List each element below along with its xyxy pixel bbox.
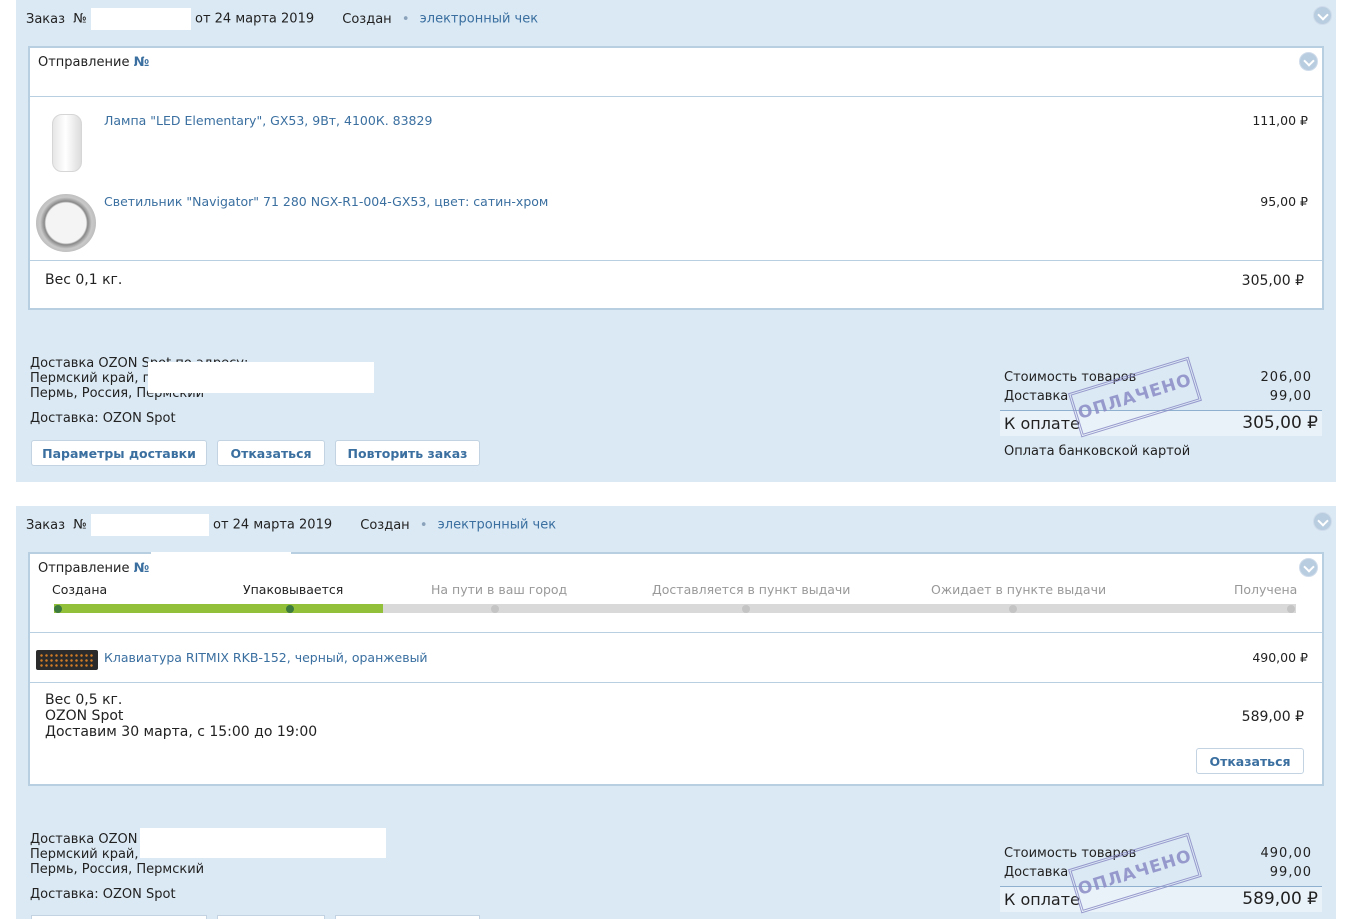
divider	[30, 682, 1322, 683]
to-pay-value: 589,00 ₽	[1242, 889, 1318, 909]
goods-cost-value: 490,00	[1260, 846, 1312, 861]
fixture-image[interactable]	[36, 194, 96, 252]
cancel-shipment-button[interactable]: Отказаться	[1196, 748, 1304, 774]
delivery-cost-value: 99,00	[1269, 389, 1312, 404]
to-pay-value: 305,00 ₽	[1242, 413, 1318, 433]
shipment-card: Отправление № Создана Упаковывается На п…	[28, 552, 1324, 786]
repeat-order-button[interactable]: Повторить заказ	[335, 440, 480, 466]
lamp-image[interactable]	[52, 114, 82, 172]
delivery-method: Доставка: OZON Spot	[30, 887, 176, 902]
step-label: Получена	[1234, 582, 1298, 597]
progress-track	[54, 604, 1296, 613]
shipment-total: 305,00 ₽	[1241, 273, 1304, 289]
delivery-address: Доставка OZON S Пермский край, Пермь, Ро…	[30, 828, 390, 877]
to-pay-label: К оплате	[1004, 890, 1080, 909]
progress-point	[742, 605, 750, 613]
collapse-order-chevron-icon[interactable]	[1313, 512, 1332, 531]
order-header: Заказ № от 24 марта 2019 Создан • электр…	[26, 8, 538, 30]
repeat-order-button[interactable]	[335, 915, 480, 919]
item-link[interactable]: Лампа "LED Elementary", GX53, 9Вт, 4100К…	[104, 113, 432, 128]
order-label: Заказ	[26, 11, 66, 27]
divider	[30, 260, 1322, 261]
step-label: Создана	[52, 582, 108, 597]
item-price: 490,00 ₽	[1252, 650, 1308, 665]
address-line: Пермь, Россия, Пермский	[30, 862, 205, 877]
shipment-number-redacted	[151, 552, 291, 574]
progress-point	[1287, 605, 1295, 613]
progress-point	[1009, 605, 1017, 613]
step-label: Упаковывается	[243, 582, 344, 597]
order-number-redacted	[90, 514, 209, 536]
separator-dot: •	[401, 11, 410, 27]
order-summary: Стоимость товаров 490,00 Доставка 99,00 …	[1000, 832, 1322, 919]
progress-point	[54, 605, 62, 613]
order-label: Заказ	[26, 517, 66, 533]
order-card: Заказ № от 24 марта 2019 Создан • электр…	[16, 506, 1336, 919]
shipment-weight: Вес 0,5 кг.	[45, 692, 123, 708]
cancel-button[interactable]: Отказаться	[217, 440, 325, 466]
shipment-eta: Доставим 30 марта, с 15:00 до 19:00	[45, 724, 318, 740]
shipment-card: Отправление № Лампа "LED Elementary", GX…	[28, 46, 1324, 310]
address-redacted	[148, 362, 374, 393]
address-redacted	[140, 828, 386, 858]
shipment-number-link[interactable]: №	[134, 561, 150, 576]
order-summary: Стоимость товаров 206,00 Доставка 99,00 …	[1000, 356, 1322, 468]
order-date: от 24 марта 2019	[213, 517, 333, 533]
order-status: Создан	[360, 517, 410, 533]
collapse-shipment-chevron-icon[interactable]	[1299, 52, 1318, 71]
progress-point	[286, 605, 294, 613]
item-price: 95,00 ₽	[1260, 194, 1308, 209]
shipment-total: 589,00 ₽	[1241, 709, 1304, 725]
item-link[interactable]: Клавиатура RITMIX RKB-152, черный, оранж…	[104, 650, 428, 665]
to-pay-row: К оплате 305,00 ₽	[1000, 410, 1322, 436]
shipment-title-label: Отправление	[38, 55, 130, 70]
order-number-sign: №	[73, 517, 87, 533]
shipment-title: Отправление №	[38, 561, 149, 576]
delivery-params-button[interactable]: Параметры доставки	[31, 440, 207, 466]
to-pay-label: К оплате	[1004, 414, 1080, 433]
collapse-order-chevron-icon[interactable]	[1313, 6, 1332, 25]
progress-fill	[54, 604, 384, 613]
delivery-method: Доставка: OZON Spot	[30, 411, 176, 426]
cancel-button[interactable]	[217, 915, 325, 919]
delivery-cost-value: 99,00	[1269, 865, 1312, 880]
step-label: На пути в ваш город	[431, 582, 568, 597]
shipment-title-label: Отправление	[38, 561, 130, 576]
order-number-redacted	[90, 8, 191, 30]
keyboard-image[interactable]	[36, 650, 98, 670]
shipment-weight: Вес 0,1 кг.	[45, 272, 123, 288]
order-header: Заказ № от 24 марта 2019 Создан • электр…	[26, 514, 556, 536]
item-price: 111,00 ₽	[1252, 113, 1308, 128]
divider	[30, 632, 1322, 633]
receipt-link[interactable]: электронный чек	[420, 12, 538, 27]
collapse-shipment-chevron-icon[interactable]	[1299, 558, 1318, 577]
order-date: от 24 марта 2019	[195, 11, 315, 27]
delivery-address: Доставка OZON Spot по адресу: Пермский к…	[30, 356, 390, 401]
order-card: Заказ № от 24 марта 2019 Создан • электр…	[16, 0, 1336, 482]
progress-point	[491, 605, 499, 613]
order-status: Создан	[342, 11, 392, 27]
goods-cost-value: 206,00	[1260, 370, 1312, 385]
divider	[30, 96, 1322, 97]
shipment-service: OZON Spot	[45, 708, 124, 724]
shipment-title: Отправление №	[38, 55, 149, 70]
receipt-link[interactable]: электронный чек	[438, 518, 556, 533]
separator-dot: •	[419, 517, 428, 533]
order-number-sign: №	[73, 11, 87, 27]
step-label: Доставляется в пункт выдачи	[652, 582, 851, 597]
delivery-params-button[interactable]	[31, 915, 207, 919]
delivery-cost-label: Доставка	[1004, 865, 1069, 880]
payment-method: Оплата банковской картой	[1004, 444, 1191, 459]
shipment-number-link[interactable]: №	[134, 55, 150, 70]
delivery-cost-label: Доставка	[1004, 389, 1069, 404]
item-link[interactable]: Светильник "Navigator" 71 280 NGX-R1-004…	[104, 194, 548, 209]
to-pay-row: К оплате 589,00 ₽	[1000, 886, 1322, 912]
step-label: Ожидает в пункте выдачи	[931, 582, 1107, 597]
